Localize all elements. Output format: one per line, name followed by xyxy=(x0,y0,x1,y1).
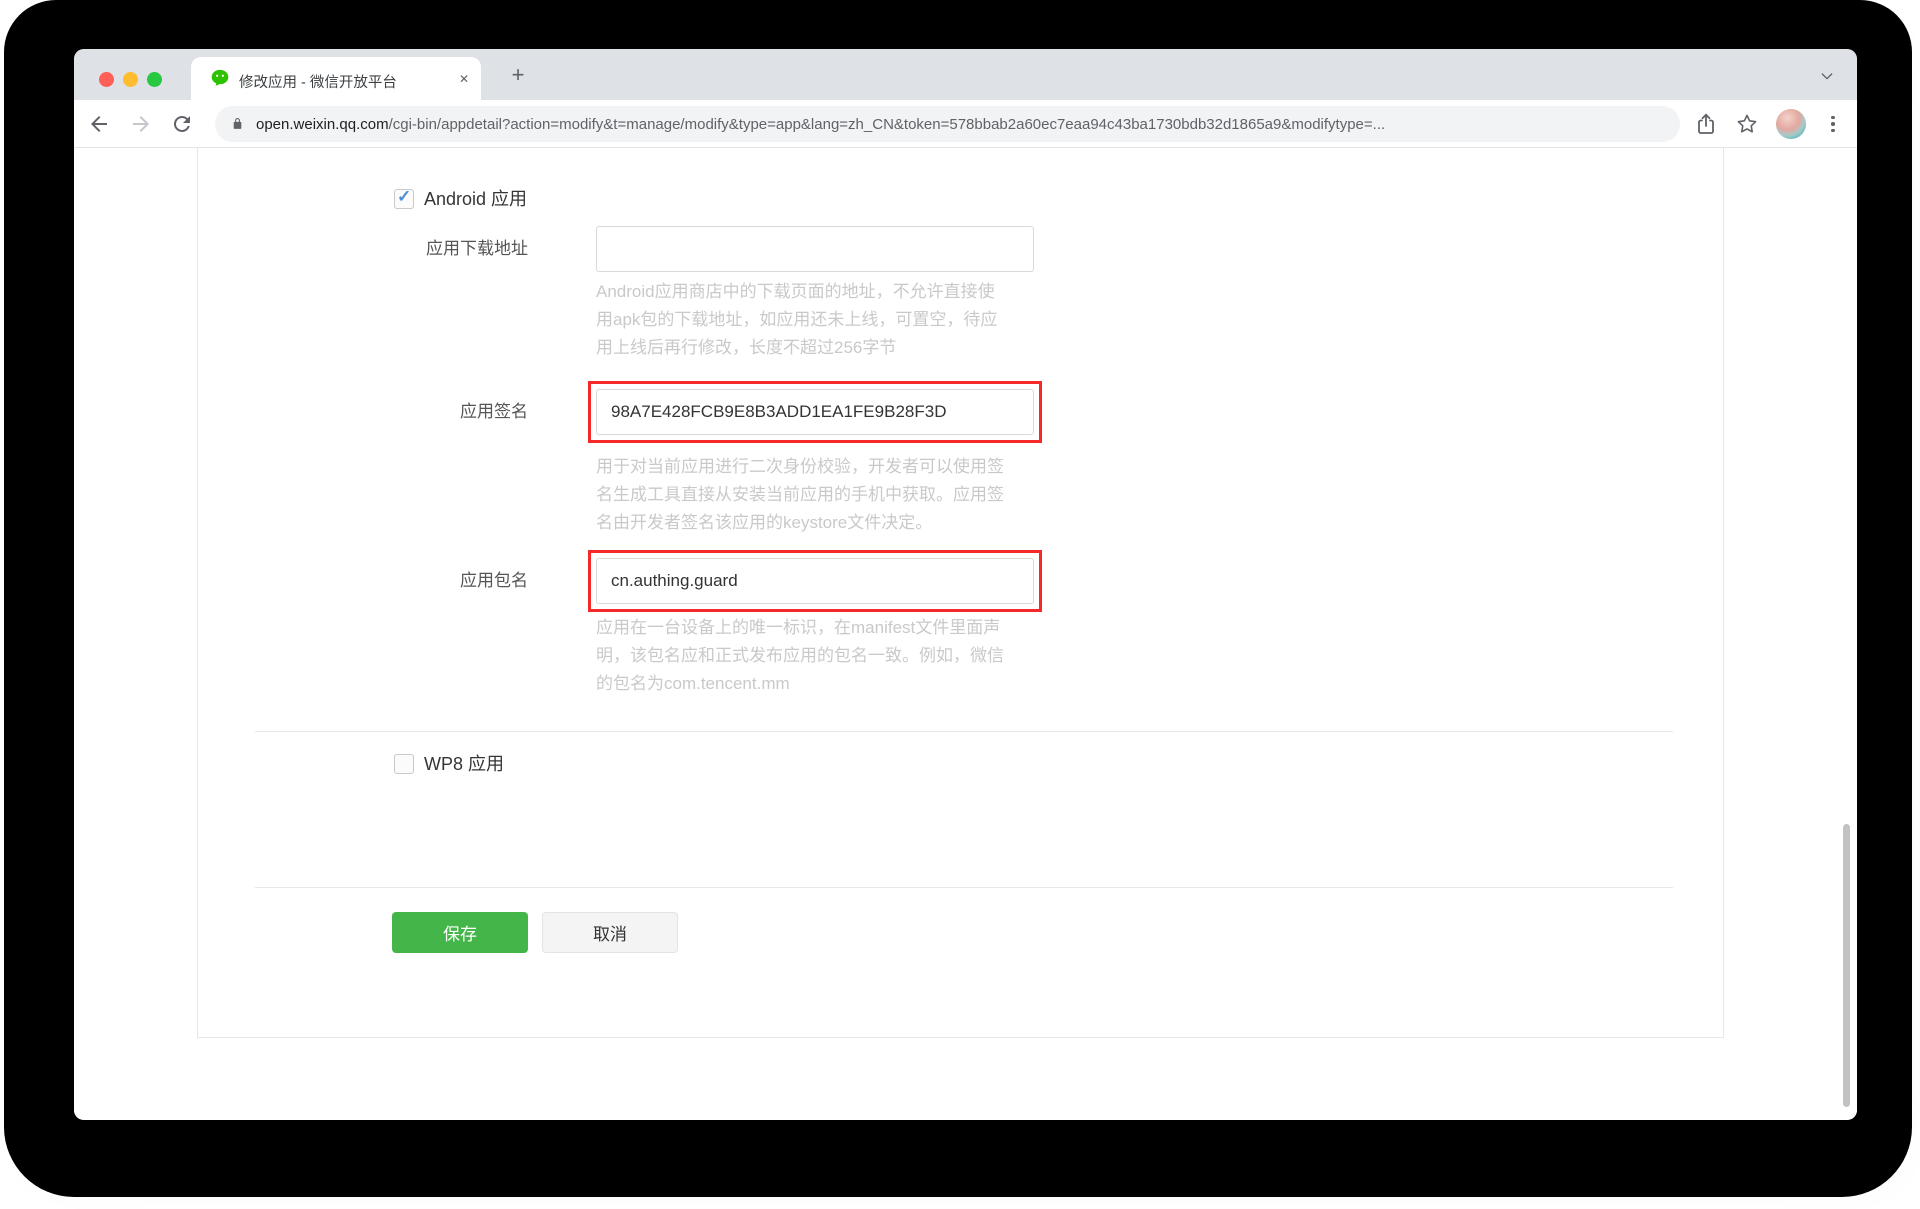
chevron-down-icon xyxy=(1821,73,1833,80)
ssl-lock-icon xyxy=(231,116,244,132)
browser-window: 修改应用 - 微信开放平台 ✕ + open.weixin.qq.com/cgi… xyxy=(74,49,1857,1120)
tab-title: 修改应用 - 微信开放平台 xyxy=(239,75,397,91)
package-name-help: 应用在一台设备上的唯一标识，在manifest文件里面声 明，该包名应和正式发布… xyxy=(596,618,1004,693)
share-button[interactable] xyxy=(1694,112,1718,136)
traffic-lights xyxy=(99,72,162,87)
field-label-download-url: 应用下载地址 xyxy=(426,239,528,258)
field-label-package-name: 应用包名 xyxy=(460,571,528,590)
url-domain: open.weixin.qq.com xyxy=(256,115,389,133)
close-window-button[interactable] xyxy=(99,72,114,87)
close-icon: ✕ xyxy=(458,72,470,86)
back-button[interactable] xyxy=(87,112,111,136)
tab-close-button[interactable]: ✕ xyxy=(453,68,475,90)
wp8-app-label: WP8 应用 xyxy=(424,754,505,774)
forward-icon xyxy=(133,116,149,132)
reload-icon xyxy=(173,115,190,132)
browser-tab[interactable]: 修改应用 - 微信开放平台 ✕ xyxy=(191,57,481,100)
wp8-app-checkbox[interactable] xyxy=(394,754,414,774)
footer-divider xyxy=(255,887,1673,888)
download-url-help: Android应用商店中的下载页面的地址，不允许直接使 用apk包的下载地址，如… xyxy=(596,282,998,357)
new-tab-button[interactable]: + xyxy=(505,62,531,88)
package-name-input[interactable] xyxy=(596,558,1034,604)
page-scrollbar[interactable] xyxy=(1843,824,1850,1107)
android-app-checkbox[interactable]: ✓ xyxy=(394,187,414,209)
url-path: /cgi-bin/appdetail?action=modify&t=manag… xyxy=(388,115,1386,133)
package-name-highlight-box xyxy=(588,550,1042,612)
tab-bar: 修改应用 - 微信开放平台 ✕ + xyxy=(74,49,1857,100)
kebab-menu-icon xyxy=(1831,115,1835,120)
browser-menu-button[interactable] xyxy=(1826,113,1840,135)
star-icon xyxy=(1737,114,1757,133)
save-button[interactable]: 保存 xyxy=(392,912,528,953)
download-url-input[interactable] xyxy=(596,226,1034,272)
bookmark-button[interactable] xyxy=(1735,112,1759,136)
back-icon xyxy=(91,116,107,132)
zoom-window-button[interactable] xyxy=(147,72,162,87)
app-signature-highlight-box xyxy=(588,381,1042,443)
plus-icon: + xyxy=(511,62,525,87)
url-text: open.weixin.qq.com/cgi-bin/appdetail?act… xyxy=(256,116,1385,133)
navigation-toolbar: open.weixin.qq.com/cgi-bin/appdetail?act… xyxy=(74,100,1857,148)
checkbox-check-icon: ✓ xyxy=(397,187,412,206)
tab-strip-chevron-button[interactable] xyxy=(1819,68,1835,84)
url-bar[interactable]: open.weixin.qq.com/cgi-bin/appdetail?act… xyxy=(215,106,1680,142)
cancel-button[interactable]: 取消 xyxy=(542,912,678,953)
forward-button[interactable] xyxy=(129,112,153,136)
field-label-app-signature: 应用签名 xyxy=(460,402,528,421)
profile-avatar[interactable] xyxy=(1776,109,1806,139)
page-content: ✓ Android 应用 应用下载地址 Android应用商店中的下载页面的地址… xyxy=(74,148,1857,1119)
reload-button[interactable] xyxy=(170,112,194,136)
app-signature-help: 用于对当前应用进行二次身份校验，开发者可以使用签 名生成工具直接从安装当前应用的… xyxy=(596,457,1004,532)
minimize-window-button[interactable] xyxy=(123,72,138,87)
app-signature-input[interactable] xyxy=(596,389,1034,435)
section-divider xyxy=(255,731,1673,732)
share-icon xyxy=(1698,113,1714,134)
wechat-favicon-icon xyxy=(210,68,230,88)
android-app-label: Android 应用 xyxy=(424,189,528,209)
